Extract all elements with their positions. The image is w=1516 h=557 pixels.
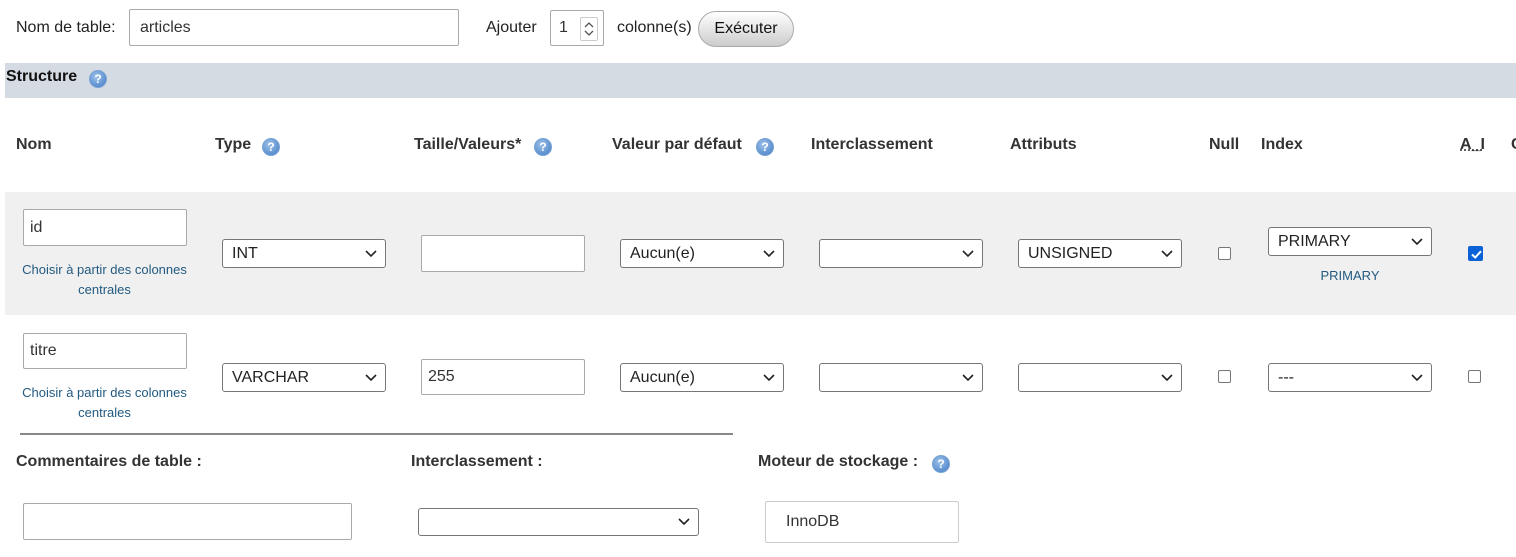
- column-name-value: titre: [30, 342, 57, 359]
- add-label: Ajouter: [486, 19, 537, 36]
- index-value: ---: [1278, 368, 1294, 386]
- question-circle-icon[interactable]: ?: [534, 138, 552, 156]
- header-size: Taille/Valeurs*: [414, 136, 522, 153]
- default-select[interactable]: Aucun(e): [620, 363, 784, 392]
- table-comments-label: Commentaires de table :: [16, 453, 202, 470]
- chevron-down-icon: [1161, 249, 1173, 257]
- null-checkbox[interactable]: [1218, 247, 1231, 260]
- size-value: 255: [428, 368, 455, 385]
- chevron-down-icon: [1161, 373, 1173, 381]
- chevron-down-icon: [365, 373, 377, 381]
- header-collation: Interclassement: [811, 136, 933, 153]
- type-value: INT: [232, 244, 258, 262]
- index-select[interactable]: PRIMARY: [1268, 227, 1432, 256]
- default-value: Aucun(e): [630, 244, 695, 262]
- size-input[interactable]: 255: [421, 359, 585, 395]
- check-icon: [1471, 250, 1482, 259]
- table-comments-input[interactable]: [23, 503, 352, 540]
- table-name-input[interactable]: articles: [129, 9, 459, 46]
- structure-bar: [5, 63, 1516, 98]
- collation-select[interactable]: [819, 239, 983, 268]
- ai-checkbox[interactable]: [1468, 246, 1483, 261]
- header-null: Null: [1209, 136, 1240, 153]
- header-default: Valeur par défaut: [612, 136, 742, 153]
- chevron-down-icon: [962, 249, 974, 257]
- question-circle-icon[interactable]: ?: [756, 138, 774, 156]
- default-value: Aucun(e): [630, 368, 695, 386]
- index-value: PRIMARY: [1278, 232, 1351, 250]
- central-columns-link[interactable]: Choisir à partir des colonnes centrales: [18, 260, 191, 300]
- collation-select[interactable]: [819, 363, 983, 392]
- chevron-down-icon: [1411, 373, 1423, 381]
- question-circle-icon[interactable]: ?: [932, 455, 950, 473]
- size-input[interactable]: [421, 235, 585, 272]
- column-name-input[interactable]: id: [23, 209, 187, 246]
- chevron-down-icon: [678, 518, 690, 526]
- type-value: VARCHAR: [232, 368, 310, 386]
- add-count-value: 1: [559, 19, 568, 36]
- chevron-down-icon: [763, 249, 775, 257]
- table-collation-select[interactable]: [418, 508, 699, 536]
- column-name-value: id: [30, 218, 43, 236]
- type-select[interactable]: INT: [222, 239, 386, 268]
- attributes-select[interactable]: UNSIGNED: [1018, 239, 1182, 268]
- spinner-icon[interactable]: [580, 17, 598, 41]
- table-name-value: articles: [140, 18, 191, 36]
- attributes-value: UNSIGNED: [1028, 244, 1113, 262]
- header-ai: A_I: [1460, 136, 1485, 153]
- column-name-input[interactable]: titre: [23, 333, 187, 369]
- question-circle-icon[interactable]: ?: [89, 70, 107, 88]
- chevron-down-icon: [365, 249, 377, 257]
- columns-label: colonne(s): [617, 19, 692, 36]
- execute-button[interactable]: Exécuter: [698, 11, 794, 47]
- chevron-down-icon: [962, 373, 974, 381]
- question-circle-icon[interactable]: ?: [262, 138, 280, 156]
- table-collation-label: Interclassement :: [411, 453, 543, 470]
- storage-engine-select[interactable]: InnoDB: [765, 501, 959, 543]
- header-attributes: Attributs: [1010, 136, 1077, 153]
- chevron-down-icon: [763, 373, 775, 381]
- null-checkbox[interactable]: [1218, 370, 1231, 383]
- header-name: Nom: [16, 136, 52, 153]
- add-columns-stepper[interactable]: 1: [550, 10, 604, 46]
- storage-engine-value: InnoDB: [786, 513, 840, 530]
- header-cut: C: [1511, 136, 1516, 154]
- header-index: Index: [1261, 136, 1303, 153]
- attributes-select[interactable]: [1018, 363, 1182, 392]
- header-type: Type: [215, 136, 252, 153]
- chevron-down-icon: [1411, 237, 1423, 245]
- ai-checkbox[interactable]: [1468, 370, 1481, 383]
- table-name-label: Nom de table:: [16, 19, 116, 36]
- type-select[interactable]: VARCHAR: [222, 363, 386, 392]
- index-note: PRIMARY: [1320, 268, 1380, 283]
- default-select[interactable]: Aucun(e): [620, 239, 784, 268]
- index-select[interactable]: ---: [1268, 363, 1432, 392]
- central-columns-link[interactable]: Choisir à partir des colonnes centrales: [18, 383, 191, 423]
- storage-engine-label: Moteur de stockage :: [758, 453, 919, 470]
- divider: [20, 433, 733, 435]
- structure-title: Structure: [6, 68, 78, 85]
